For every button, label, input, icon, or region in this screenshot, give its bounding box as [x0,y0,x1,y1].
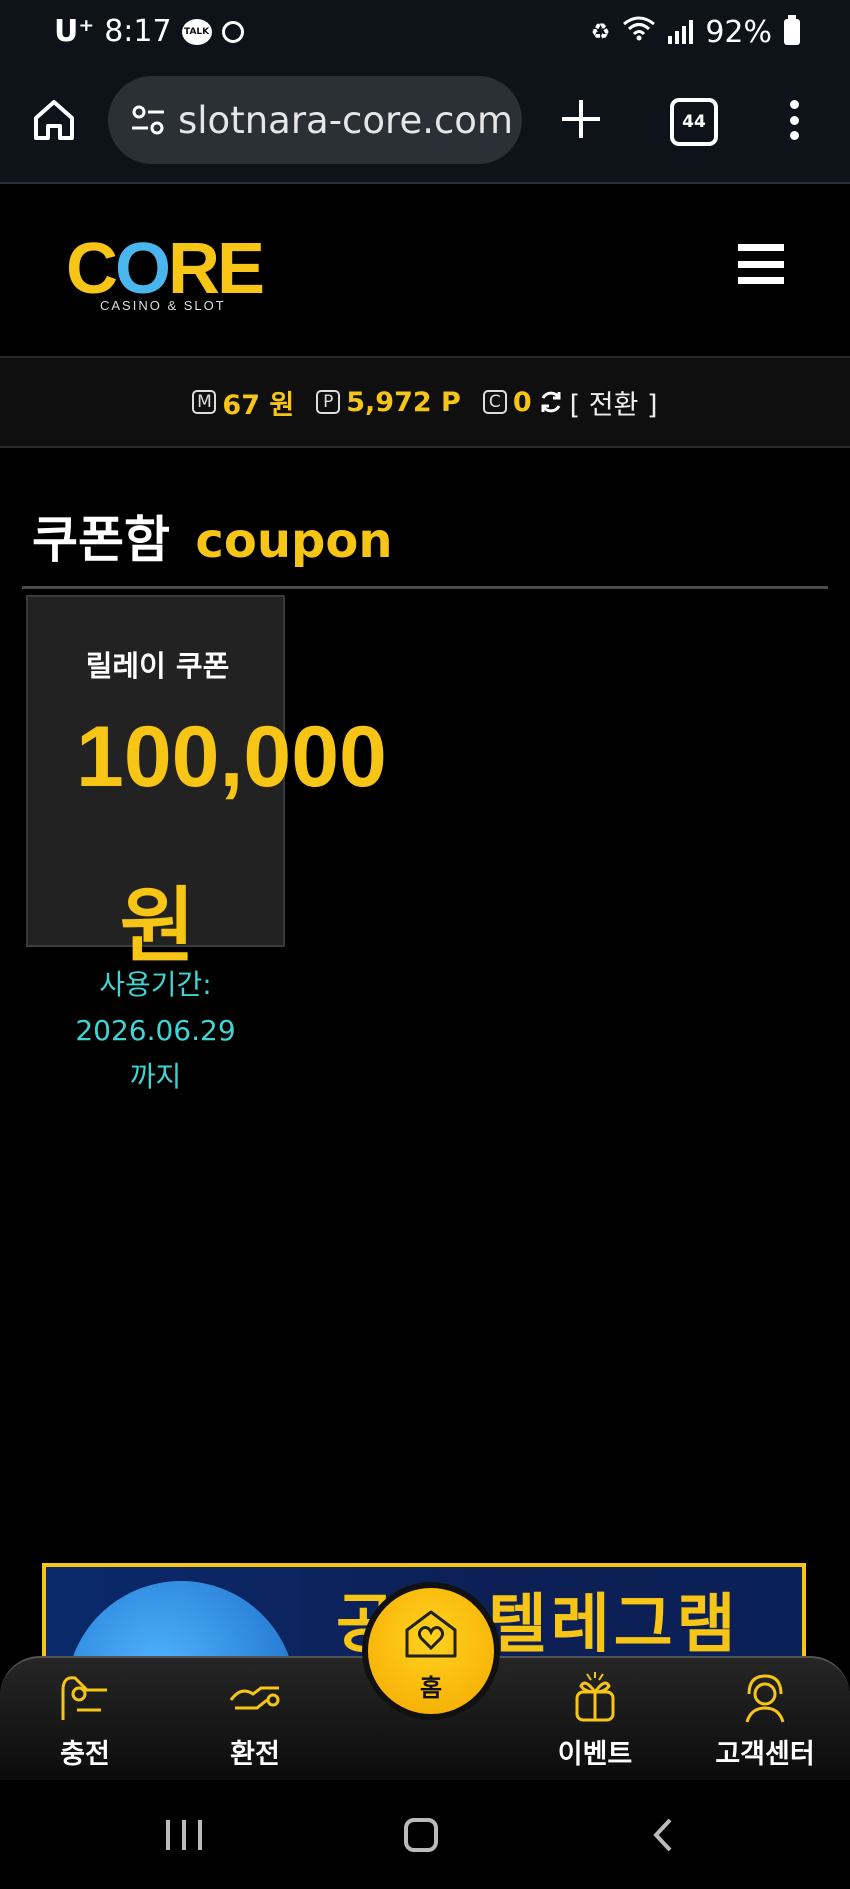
address-bar[interactable]: slotnara-core.com [108,76,522,164]
money-icon: M [192,390,217,414]
status-bar: U⁺ 8:17 TALK ♻ 92% [0,0,850,72]
status-time: 8:17 [104,14,172,49]
nav-exchange[interactable]: 환전 [190,1670,320,1771]
browser-toolbar: slotnara-core.com 44 [0,72,850,184]
browser-home-icon[interactable] [30,96,78,144]
nav-event[interactable]: 이벤트 [530,1670,660,1771]
carrier-label: U⁺ [54,14,95,49]
point-balance: P 5,972 P [316,387,461,418]
nav-support-label: 고객센터 [715,1739,815,1770]
battery-saver-icon: ♻ [590,19,611,45]
coupon-expiry: 사용기간: 2026.06.29 까지 [26,962,285,1100]
hamburger-menu-icon[interactable] [738,244,784,284]
browser-menu-icon[interactable] [788,100,800,140]
page-title-ko: 쿠폰함 [32,511,170,569]
kakaotalk-icon: TALK [181,18,212,45]
expiry-suffix: 까지 [129,1060,182,1093]
nav-home-label: 홈 [419,1674,443,1702]
nav-home-button[interactable]: 홈 [362,1582,500,1720]
logo-text: CORE [66,229,265,309]
coupon-name: 릴레이 쿠폰 [85,649,230,683]
page-title-en: coupon [195,513,393,569]
title-divider [22,586,828,589]
coupon-unit: 원 [119,879,196,974]
money-balance: M 67 원 [192,383,294,422]
nav-deposit[interactable]: 충전 [20,1670,150,1771]
nav-support[interactable]: 고객센터 [700,1670,830,1771]
home-heart-icon [405,1610,457,1658]
gift-icon [575,1672,615,1722]
recents-icon[interactable] [166,1820,202,1850]
coupon-amount: 100,000 [76,709,387,805]
nav-event-label: 이벤트 [557,1739,633,1770]
expiry-label: 사용기간: [99,968,212,1001]
battery-percent: 92% [705,14,772,50]
point-value: 5,972 P [346,386,461,418]
site-header: CORE CASINO & SLOT [0,184,850,359]
alarm-icon [221,20,244,43]
expiry-date: 2026.06.29 [75,1014,236,1047]
system-home-icon[interactable] [404,1818,438,1852]
nav-exchange-label: 환전 [230,1739,280,1770]
switch-button[interactable]: [ 전환 ] [570,383,658,422]
system-nav-bar [0,1780,850,1889]
coupon-icon: C [482,390,507,414]
deposit-icon [61,1676,107,1720]
coupon-value: 0 [512,386,532,418]
battery-icon [784,15,800,45]
coupon-card[interactable]: 릴레이 쿠폰 100,000 원 [26,595,387,974]
back-icon[interactable] [648,1818,682,1852]
money-value: 67 원 [222,389,295,421]
signal-icon [668,20,694,44]
url-text: slotnara-core.com [178,98,513,142]
wifi-icon [622,14,656,50]
balance-bar: M 67 원 P 5,972 P C 0 [ 전환 ] [0,358,850,448]
coupon-balance: C 0 [482,386,532,418]
core-logo[interactable]: CORE CASINO & SLOT [66,229,265,313]
tab-switcher-button[interactable]: 44 [670,98,718,146]
new-tab-icon[interactable] [558,96,604,142]
page-title: 쿠폰함 coupon [32,500,393,572]
nav-deposit-label: 충전 [60,1739,110,1770]
support-icon [745,1674,785,1723]
site-settings-icon[interactable] [128,100,168,140]
point-icon: P [316,390,341,414]
exchange-icon [229,1686,280,1710]
refresh-icon[interactable] [538,389,564,415]
